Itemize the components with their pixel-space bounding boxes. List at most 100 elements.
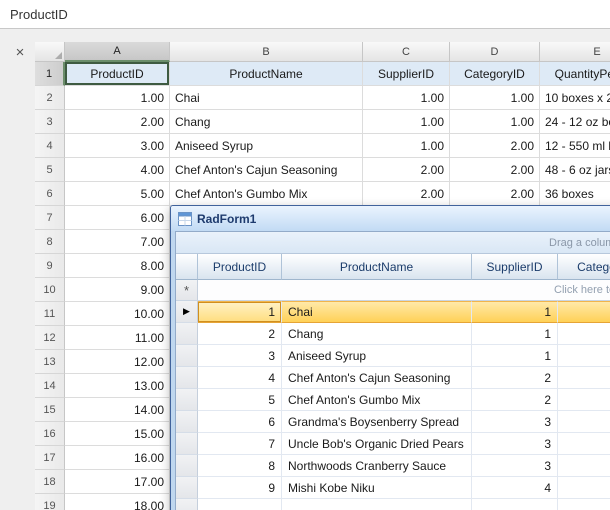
grid-cell-category[interactable]	[558, 389, 610, 411]
grid-cell-supplier[interactable]: 1	[472, 345, 558, 367]
grid-cell-name[interactable]: Chef Anton's Gumbo Mix	[282, 389, 472, 411]
sheet-column-header-a[interactable]: A	[65, 42, 170, 62]
sheet-row-header-5[interactable]: 5	[35, 158, 65, 182]
grid-cell-id[interactable]: 1	[198, 301, 282, 323]
grid-cell-name[interactable]: Aniseed Syrup	[282, 345, 472, 367]
sheet-cell-d1[interactable]: CategoryID	[450, 62, 540, 86]
sheet-cell-a18[interactable]: 17.00	[65, 470, 170, 494]
grid-column-header-categoryid[interactable]: CategoryID	[558, 254, 610, 280]
sheet-cell-e4[interactable]: 12 - 550 ml bottles	[540, 134, 610, 158]
grid-row-9[interactable]: 9 Mishi Kobe Niku 4	[176, 477, 610, 499]
sheet-cell-c3[interactable]: 1.00	[363, 110, 450, 134]
grid-cell-name[interactable]: Uncle Bob's Organic Dried Pears	[282, 433, 472, 455]
formula-bar[interactable]: ProductID	[0, 0, 610, 29]
grid-new-row[interactable]: * Click here to add a new row	[176, 280, 610, 301]
sheet-cell-a15[interactable]: 14.00	[65, 398, 170, 422]
sheet-cell-d5[interactable]: 2.00	[450, 158, 540, 182]
grid-cell-name[interactable]: Chef Anton's Cajun Seasoning	[282, 367, 472, 389]
sheet-cell-a16[interactable]: 15.00	[65, 422, 170, 446]
sheet-cell-d6[interactable]: 2.00	[450, 182, 540, 206]
grid-cell-category[interactable]	[558, 455, 610, 477]
sheet-cell-a5[interactable]: 4.00	[65, 158, 170, 182]
sheet-cell-e2[interactable]: 10 boxes x 20 bags	[540, 86, 610, 110]
sheet-row-header-19[interactable]: 19	[35, 494, 65, 510]
sheet-cell-a8[interactable]: 7.00	[65, 230, 170, 254]
grid-cell-supplier[interactable]: 3	[472, 433, 558, 455]
sheet-column-header-b[interactable]: B	[170, 42, 363, 62]
sheet-cell-c6[interactable]: 2.00	[363, 182, 450, 206]
sheet-row-header-8[interactable]: 8	[35, 230, 65, 254]
sheet-row-header-18[interactable]: 18	[35, 470, 65, 494]
sheet-row-header-11[interactable]: 11	[35, 302, 65, 326]
sheet-cell-a14[interactable]: 13.00	[65, 374, 170, 398]
sheet-cell-a17[interactable]: 16.00	[65, 446, 170, 470]
grid-row-4[interactable]: 4 Chef Anton's Cajun Seasoning 2	[176, 367, 610, 389]
sheet-row-header-15[interactable]: 15	[35, 398, 65, 422]
close-icon[interactable]: ×	[11, 44, 29, 62]
grid-cell-id[interactable]: 8	[198, 455, 282, 477]
grid-cell-name[interactable]: Chai	[282, 301, 472, 323]
sheet-row-header-12[interactable]: 12	[35, 326, 65, 350]
grid-cell-id[interactable]: 7	[198, 433, 282, 455]
grid-row-6[interactable]: 6 Grandma's Boysenberry Spread 3	[176, 411, 610, 433]
sheet-cell-a2[interactable]: 1.00	[65, 86, 170, 110]
select-all-cell[interactable]	[35, 42, 65, 62]
sheet-cell-a13[interactable]: 12.00	[65, 350, 170, 374]
grid-cell-supplier[interactable]: 1	[472, 301, 558, 323]
grid-cell-supplier[interactable]: 3	[472, 455, 558, 477]
sheet-cell-b1[interactable]: ProductName	[170, 62, 363, 86]
sheet-cell-e1[interactable]: QuantityPerUnit	[540, 62, 610, 86]
grid-cell-name[interactable]: Grandma's Boysenberry Spread	[282, 411, 472, 433]
sheet-column-header-d[interactable]: D	[450, 42, 540, 62]
sheet-cell-c5[interactable]: 2.00	[363, 158, 450, 182]
sheet-cell-a9[interactable]: 8.00	[65, 254, 170, 278]
sheet-cell-a7[interactable]: 6.00	[65, 206, 170, 230]
sheet-cell-a4[interactable]: 3.00	[65, 134, 170, 158]
grid-cell-name[interactable]: Mishi Kobe Niku	[282, 477, 472, 499]
grid-cell-supplier[interactable]: 2	[472, 367, 558, 389]
grid-cell-id[interactable]: 9	[198, 477, 282, 499]
grid-cell-category[interactable]	[558, 301, 610, 323]
sheet-cell-d4[interactable]: 2.00	[450, 134, 540, 158]
sheet-row-header-1[interactable]: 1	[35, 62, 65, 86]
grid-cell-category[interactable]	[558, 345, 610, 367]
grid-row-8[interactable]: 8 Northwoods Cranberry Sauce 3	[176, 455, 610, 477]
sheet-cell-a3[interactable]: 2.00	[65, 110, 170, 134]
sheet-cell-c2[interactable]: 1.00	[363, 86, 450, 110]
grid-row-1[interactable]: ▶ 1 Chai 1	[176, 301, 610, 323]
grid-row-3[interactable]: 3 Aniseed Syrup 1	[176, 345, 610, 367]
sheet-cell-b5[interactable]: Chef Anton's Cajun Seasoning	[170, 158, 363, 182]
grid-column-header-productname[interactable]: ProductName	[282, 254, 472, 280]
sheet-cell-c1[interactable]: SupplierID	[363, 62, 450, 86]
grid-cell-category[interactable]	[558, 477, 610, 499]
grid-cell-id[interactable]: 6	[198, 411, 282, 433]
grid-cell-supplier[interactable]: 1	[472, 323, 558, 345]
sheet-column-header-c[interactable]: C	[363, 42, 450, 62]
grid-cell-category[interactable]	[558, 411, 610, 433]
sheet-row-header-16[interactable]: 16	[35, 422, 65, 446]
grid-cell-supplier[interactable]: 4	[472, 477, 558, 499]
grid-cell-id[interactable]: 2	[198, 323, 282, 345]
grid-cell-id[interactable]: 3	[198, 345, 282, 367]
sheet-row-header-3[interactable]: 3	[35, 110, 65, 134]
sheet-row-header-17[interactable]: 17	[35, 446, 65, 470]
sheet-cell-b6[interactable]: Chef Anton's Gumbo Mix	[170, 182, 363, 206]
grid-cell-supplier[interactable]: 2	[472, 389, 558, 411]
sheet-cell-a11[interactable]: 10.00	[65, 302, 170, 326]
sheet-cell-a19[interactable]: 18.00	[65, 494, 170, 510]
grid-row-5[interactable]: 5 Chef Anton's Gumbo Mix 2	[176, 389, 610, 411]
grid-cell-category[interactable]	[558, 367, 610, 389]
grid-cell-name[interactable]: Northwoods Cranberry Sauce	[282, 455, 472, 477]
grid-cell-category[interactable]	[558, 323, 610, 345]
grid-group-panel[interactable]: Drag a column here to group by that colu…	[176, 232, 610, 254]
sheet-cell-d3[interactable]: 1.00	[450, 110, 540, 134]
sheet-cell-b2[interactable]: Chai	[170, 86, 363, 110]
sheet-cell-a1[interactable]: ProductID	[65, 62, 170, 86]
grid-cell-id[interactable]: 4	[198, 367, 282, 389]
sheet-row-header-2[interactable]: 2	[35, 86, 65, 110]
sheet-cell-b4[interactable]: Aniseed Syrup	[170, 134, 363, 158]
grid-row-7[interactable]: 7 Uncle Bob's Organic Dried Pears 3	[176, 433, 610, 455]
sheet-cell-e3[interactable]: 24 - 12 oz bottles	[540, 110, 610, 134]
sheet-cell-e6[interactable]: 36 boxes	[540, 182, 610, 206]
radform-titlebar[interactable]: RadForm1	[171, 206, 610, 231]
